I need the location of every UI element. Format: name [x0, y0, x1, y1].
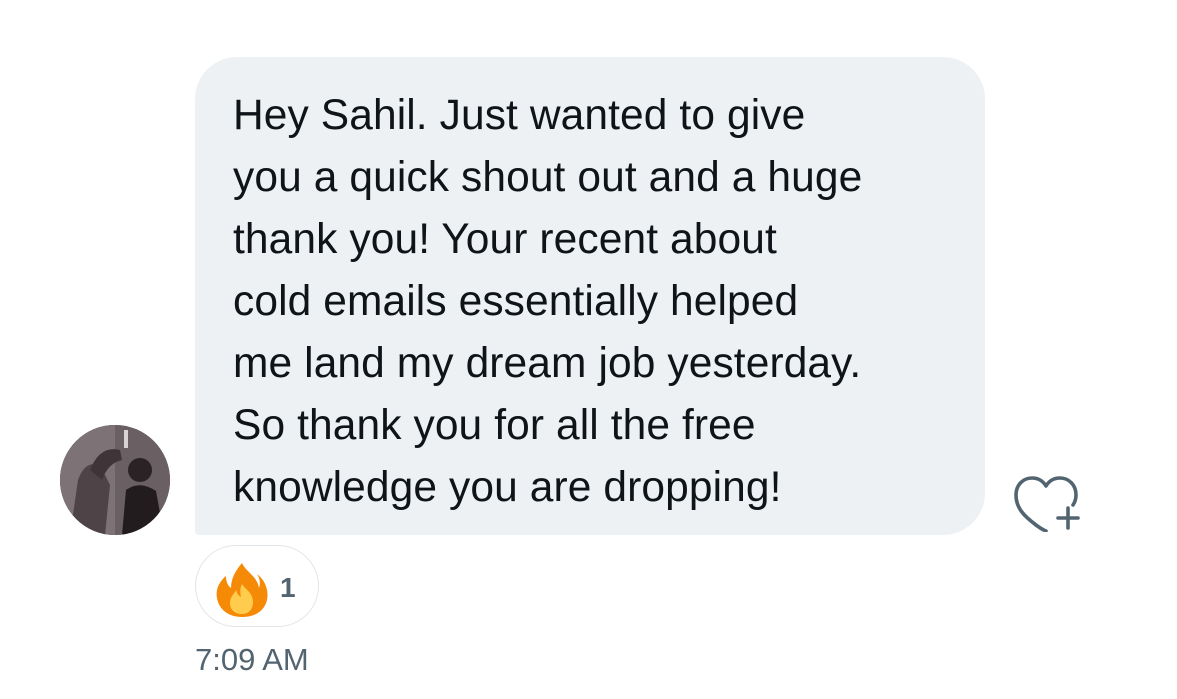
heart-plus-icon [1014, 476, 1080, 533]
message-line: Hey Sahil. Just wanted to give [233, 92, 806, 139]
message-line: cold emails essentially helped [233, 278, 799, 325]
message-bubble[interactable]: Hey Sahil. Just wanted to give you a qui… [195, 57, 985, 535]
message-line: So thank you for all the free [233, 402, 756, 449]
fire-emoji-icon [216, 563, 268, 617]
add-reaction-button[interactable] [1010, 470, 1086, 533]
reaction-count: 1 [280, 572, 296, 603]
message-line: knowledge you are dropping! [233, 464, 782, 511]
message-line: thank you! Your recent about [233, 216, 777, 263]
avatar-photo [60, 425, 170, 535]
message-line: you a quick shout out and a huge [233, 154, 863, 201]
sender-avatar[interactable] [60, 425, 170, 535]
message-line: me land my dream job yesterday. [233, 340, 862, 387]
message-timestamp: 7:09 AM [195, 642, 309, 677]
reaction-badge[interactable]: 1 [195, 545, 319, 627]
dm-conversation: Hey Sahil. Just wanted to give you a qui… [0, 0, 1177, 699]
message-text: Hey Sahil. Just wanted to give you a qui… [233, 85, 955, 519]
